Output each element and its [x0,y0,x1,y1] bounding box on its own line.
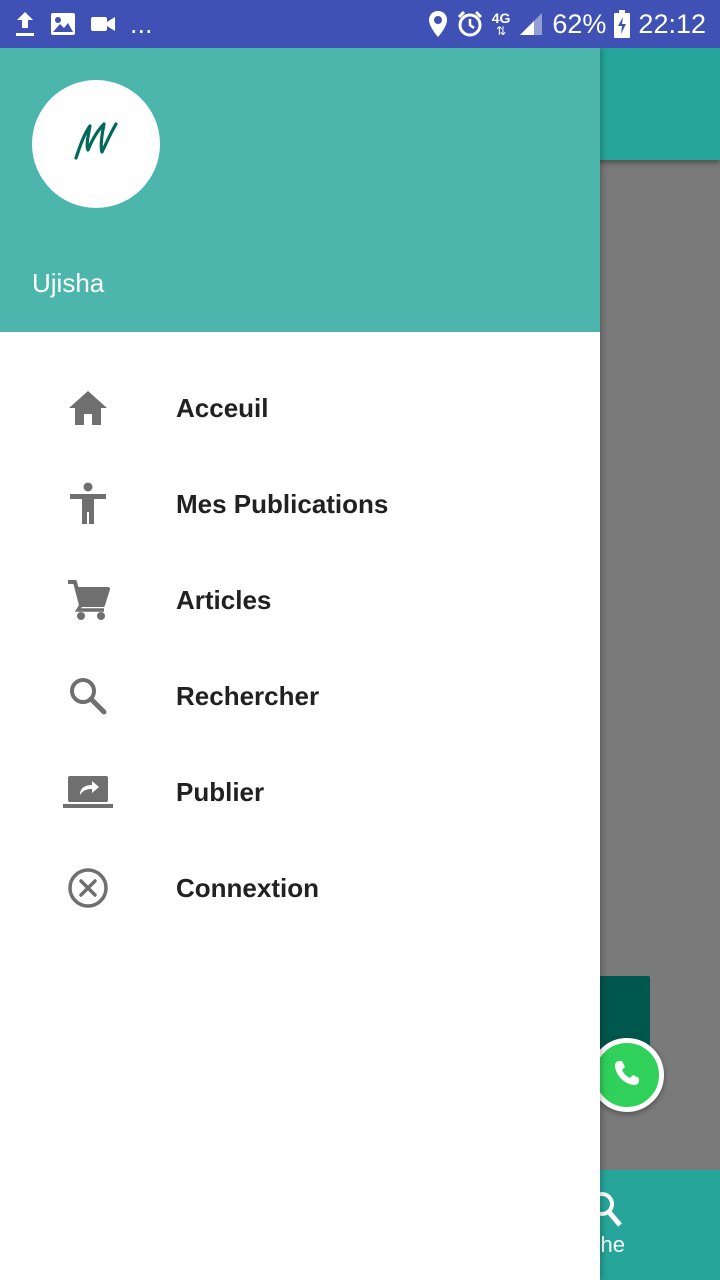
user-name: Ujisha [32,268,105,298]
whatsapp-button[interactable] [590,1038,664,1112]
menu-item-acceuil[interactable]: Acceuil [0,360,600,456]
laptop-share-icon [62,768,114,816]
menu-item-label: Articles [176,585,272,615]
shopping-cart-icon [62,576,114,624]
avatar[interactable] [32,80,160,208]
upload-icon [14,10,36,38]
status-bar: ... 4G ⇅ 62% 22:12 [0,0,720,48]
video-camera-icon [90,14,116,34]
drawer-header: Ujisha [0,48,600,332]
battery-charging-icon [614,10,631,38]
drawer-menu: Acceuil Mes Publications Articles Recher… [0,360,600,936]
battery-percent: 62% [552,8,607,39]
accessibility-icon [62,480,114,528]
menu-item-publier[interactable]: Publier [0,744,600,840]
app-logo [66,112,126,177]
menu-item-mes-publications[interactable]: Mes Publications [0,456,600,552]
menu-item-label: Connextion [176,873,319,903]
search-icon [62,672,114,720]
menu-item-label: Mes Publications [176,489,389,519]
navigation-drawer: Ujisha Acceuil Mes Publications Articles… [0,48,600,1280]
signal-icon [518,11,544,37]
alarm-clock-icon [456,10,484,38]
menu-item-connextion[interactable]: Connextion [0,840,600,936]
clock: 22:12 [638,8,706,39]
location-pin-icon [428,10,448,38]
menu-item-articles[interactable]: Articles [0,552,600,648]
status-more-indicator: ... [130,8,153,39]
menu-item-label: Publier [176,777,265,807]
network-type: 4G ⇅ [491,10,511,38]
status-bar-notifications: ... [14,0,153,48]
menu-item-label: Acceuil [176,393,269,423]
cancel-circle-icon [62,864,114,912]
status-bar-system: 4G ⇅ 62% 22:12 [428,0,706,48]
menu-item-label: Rechercher [176,681,320,711]
home-icon [62,384,114,432]
whatsapp-phone-icon [607,1053,647,1098]
image-icon [50,12,76,36]
menu-item-rechercher[interactable]: Rechercher [0,648,600,744]
